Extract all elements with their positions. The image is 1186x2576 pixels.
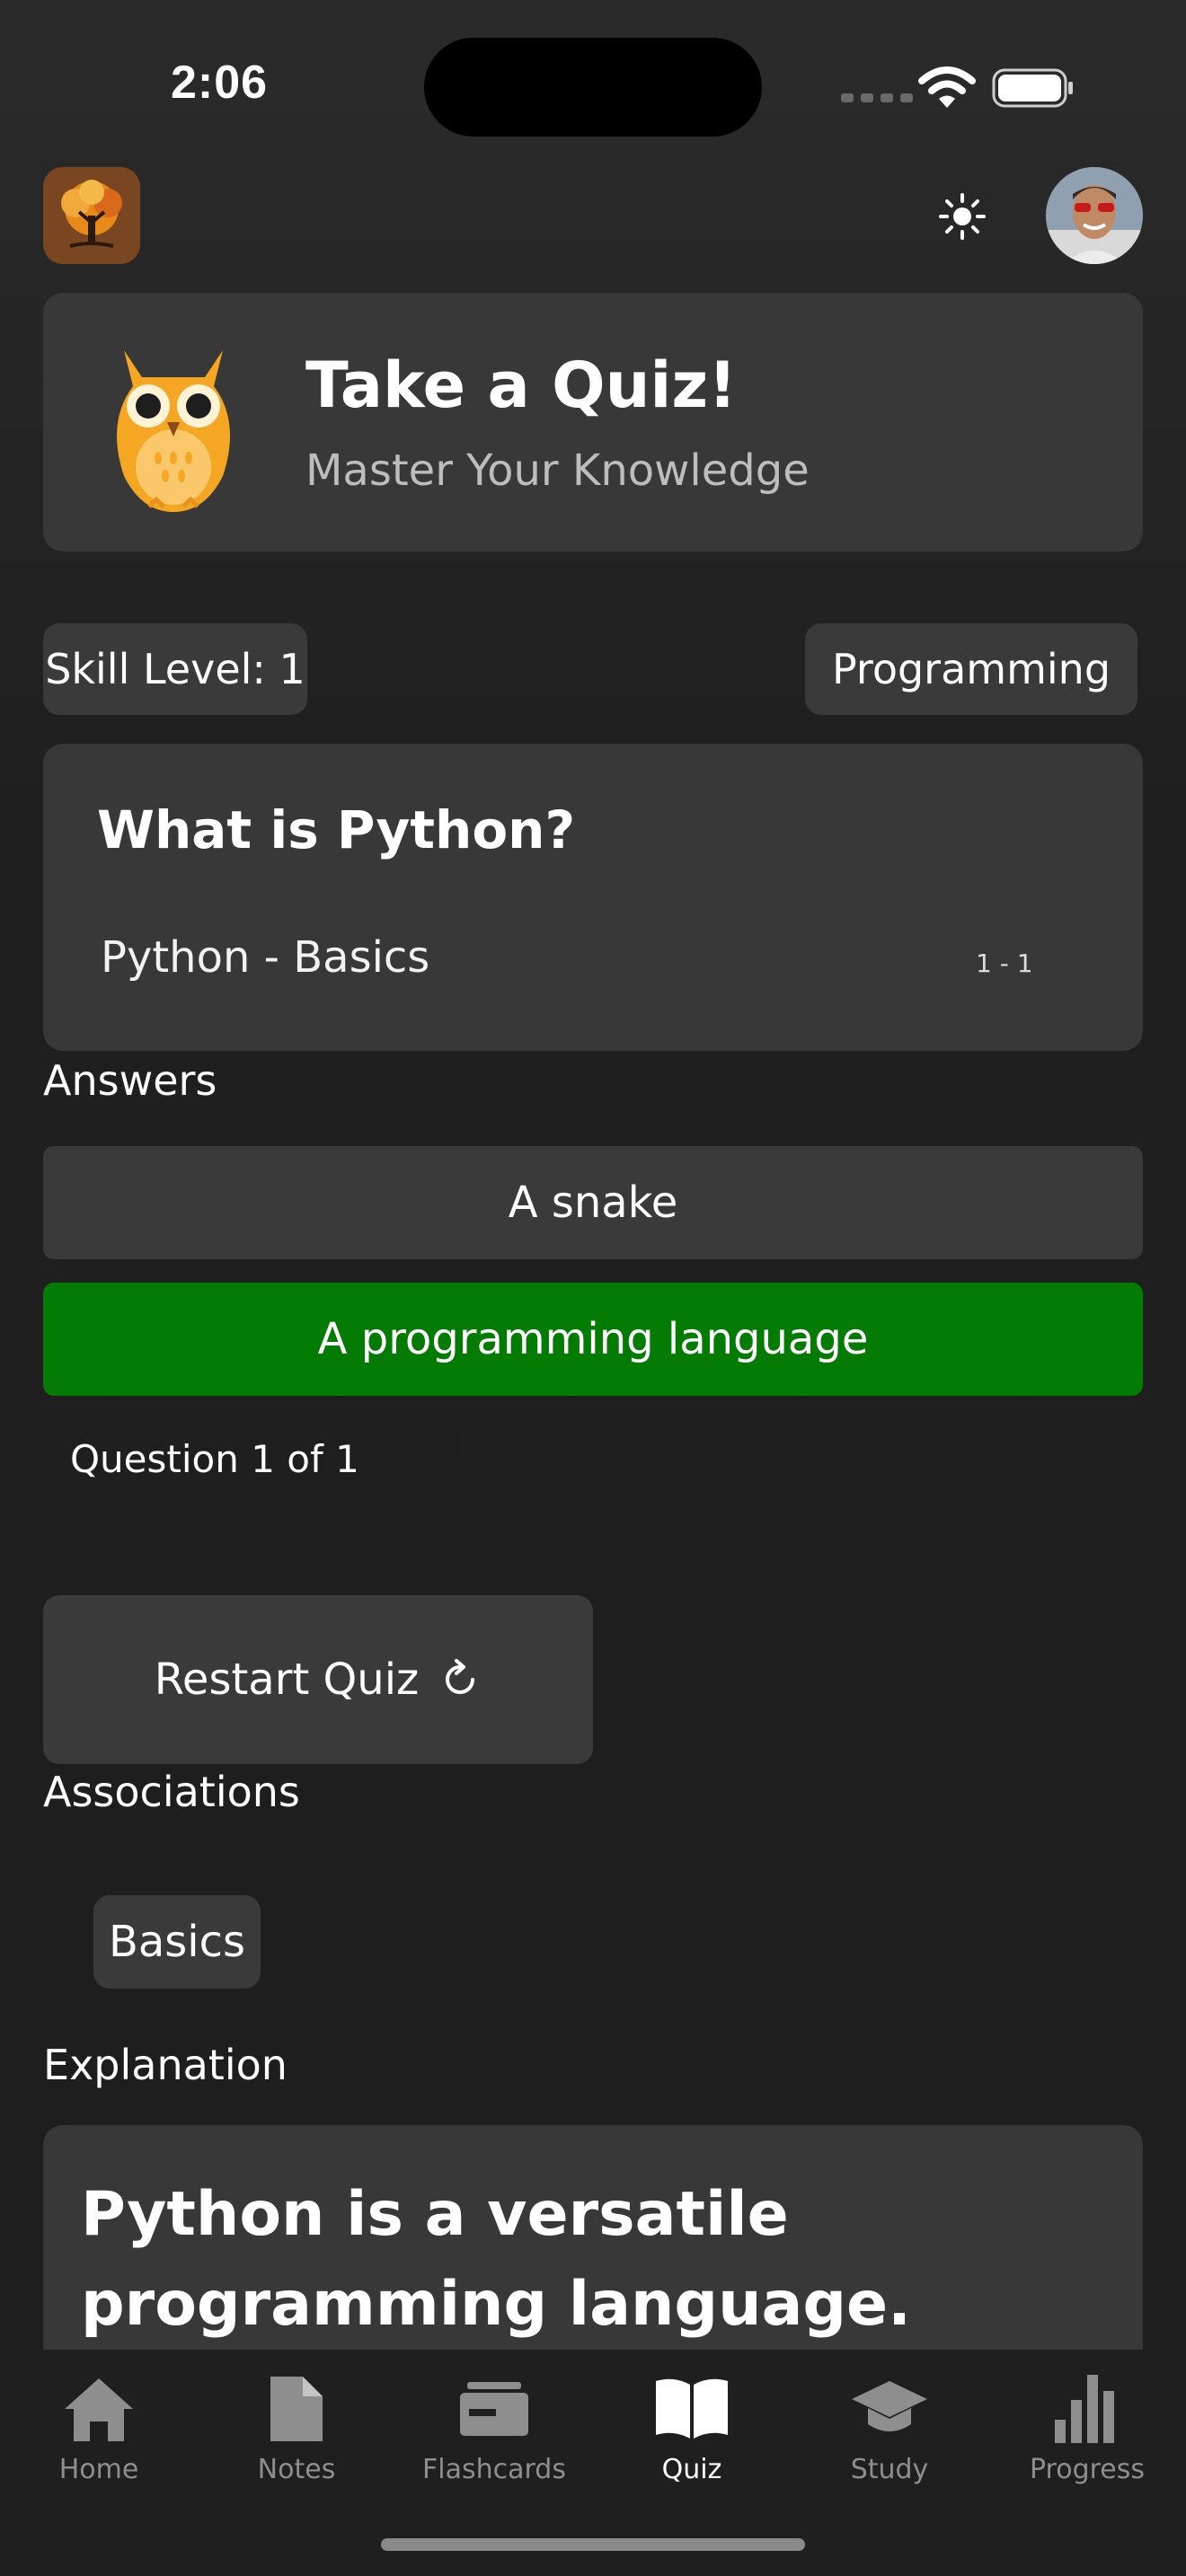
home-icon [65, 2378, 133, 2441]
restart-quiz-button[interactable]: Restart Quiz [43, 1595, 593, 1764]
user-avatar-icon [1046, 167, 1143, 264]
tab-label: Quiz [661, 2454, 722, 2485]
dynamic-island [424, 38, 762, 137]
category-chip[interactable]: Programming [805, 623, 1137, 715]
status-time: 2:06 [171, 57, 269, 109]
hero-title: Take a Quiz! [305, 348, 738, 422]
app-logo[interactable] [43, 167, 140, 264]
cellular-signal-icon [841, 93, 913, 102]
tab-notes[interactable]: Notes [198, 2366, 395, 2501]
sun-icon[interactable] [938, 192, 987, 241]
quiz-screen: 2:06 Take a Quiz! Master Your Knowledge … [0, 0, 1186, 2576]
skill-level-chip[interactable]: Skill Level: 1 [43, 623, 307, 715]
question-topic: Python - Basics [101, 932, 430, 983]
question-title: What is Python? [97, 799, 576, 860]
bar-chart-icon [1055, 2375, 1114, 2443]
tab-quiz[interactable]: Quiz [593, 2366, 791, 2501]
cards-icon [460, 2382, 528, 2436]
tab-home[interactable]: Home [0, 2366, 198, 2501]
question-progress: Question 1 of 1 [70, 1437, 359, 1481]
book-icon [656, 2378, 728, 2439]
wifi-icon [918, 66, 976, 108]
restart-label: Restart Quiz [154, 1654, 420, 1705]
answer-option[interactable]: A snake [43, 1146, 1143, 1259]
tab-label: Home [58, 2454, 139, 2485]
avatar[interactable] [1046, 167, 1143, 264]
owl-icon [117, 350, 230, 512]
hero-subtitle: Master Your Knowledge [305, 446, 810, 496]
explanation-heading: Explanation [43, 2041, 288, 2089]
battery-icon [992, 68, 1073, 108]
associations-heading: Associations [43, 1768, 300, 1816]
tab-label: Flashcards [422, 2454, 566, 2485]
tab-label: Progress [1029, 2454, 1146, 2485]
association-tag[interactable]: Basics [93, 1895, 261, 1989]
tab-label: Notes [257, 2454, 336, 2485]
tab-label: Study [850, 2454, 929, 2485]
note-icon [270, 2377, 323, 2441]
question-card: What is Python? Python - Basics 1 - 1 [43, 744, 1143, 1051]
answers-heading: Answers [43, 1056, 217, 1105]
hero-card: Take a Quiz! Master Your Knowledge [43, 293, 1143, 551]
home-indicator[interactable] [381, 2538, 805, 2551]
tab-flashcards[interactable]: Flashcards [395, 2366, 593, 2501]
answer-option-correct[interactable]: A programming language [43, 1283, 1143, 1396]
question-range: 1 - 1 [976, 948, 1033, 978]
graduation-cap-icon [852, 2381, 927, 2431]
tree-logo-icon [61, 180, 122, 248]
tab-study[interactable]: Study [791, 2366, 988, 2501]
refresh-icon [446, 1659, 475, 1694]
tab-progress[interactable]: Progress [988, 2366, 1186, 2501]
explanation-text: Python is a versatile programming langua… [81, 2179, 912, 2340]
